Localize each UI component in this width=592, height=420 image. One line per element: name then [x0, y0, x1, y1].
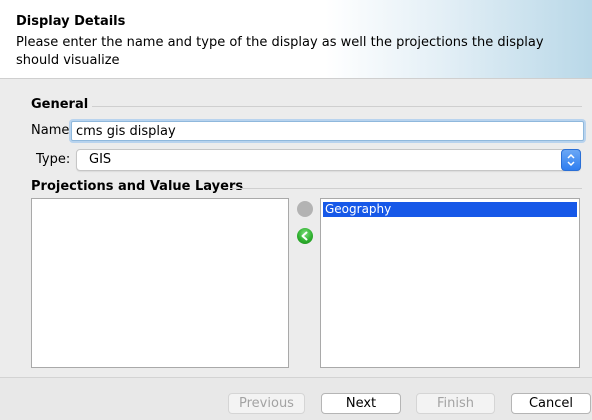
finish-button[interactable]: Finish — [416, 393, 495, 414]
general-section-title: General — [31, 97, 89, 112]
page-title: Display Details — [16, 14, 126, 29]
remove-projection-button[interactable] — [297, 228, 313, 244]
general-divider — [92, 106, 582, 107]
projections-section-title: Projections and Value Layers — [31, 179, 244, 194]
next-button[interactable]: Next — [321, 393, 401, 414]
arrow-left-green-icon — [301, 231, 308, 241]
name-field[interactable] — [71, 121, 584, 141]
list-item[interactable]: Geography — [323, 202, 577, 217]
add-projection-button[interactable] — [297, 201, 313, 217]
up-down-arrows-icon[interactable] — [561, 149, 581, 171]
selected-projections-list[interactable]: Geography — [320, 198, 580, 368]
name-label: Name: — [31, 123, 74, 138]
wizard-header: Display Details Please enter the name an… — [0, 0, 592, 79]
projections-divider — [230, 188, 582, 189]
type-label: Type: — [36, 152, 71, 167]
type-select-value: GIS — [89, 152, 112, 167]
page-description: Please enter the name and type of the di… — [16, 35, 544, 68]
previous-button[interactable]: Previous — [228, 393, 305, 414]
cancel-button[interactable]: Cancel — [511, 393, 591, 414]
available-projections-list[interactable] — [31, 198, 289, 368]
type-select[interactable]: GIS — [76, 149, 581, 171]
